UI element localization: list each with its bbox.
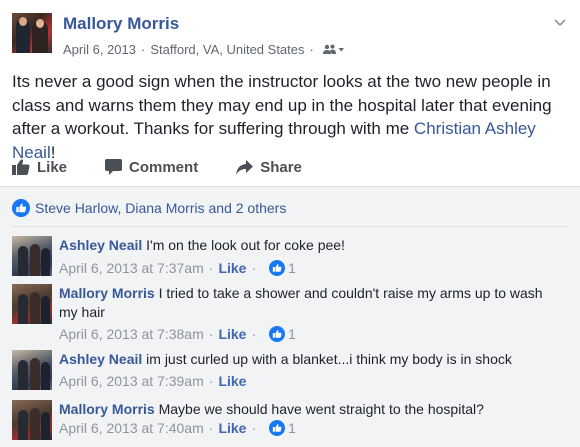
like-reaction-icon (269, 420, 286, 436)
comment-body: Mallory Morris Maybe we should have went… (59, 400, 564, 419)
comment-text: I'm on the look out for coke pee! (146, 237, 345, 253)
speech-bubble-icon (105, 159, 123, 175)
post-meta: April 6, 2013 · Stafford, VA, United Sta… (63, 42, 345, 57)
like-button-label: Like (37, 158, 68, 176)
meta-separator: · (208, 420, 214, 436)
meta-separator: · (251, 326, 257, 342)
like-button[interactable]: Like (12, 159, 67, 176)
comment-reactions[interactable]: 1 (269, 420, 296, 436)
like-reaction-icon (12, 199, 30, 217)
reaction-count: 1 (288, 420, 296, 436)
commenter-avatar[interactable] (12, 400, 52, 440)
comment-like-button[interactable]: Like (218, 420, 246, 436)
commenter-name[interactable]: Ashley Neail (59, 351, 142, 367)
share-button-label: Share (260, 158, 302, 176)
commenter-name[interactable]: Mallory Morris (59, 285, 155, 301)
comment-like-button[interactable]: Like (218, 260, 246, 276)
commenter-avatar[interactable] (12, 236, 52, 276)
comment-body: Mallory Morris I tried to take a shower … (59, 284, 564, 322)
commenter-avatar[interactable] (12, 350, 52, 390)
meta-separator: · (141, 42, 146, 57)
facebook-post: Mallory Morris April 6, 2013 · Stafford,… (0, 0, 580, 447)
comment-reactions[interactable]: 1 (269, 326, 296, 342)
comment-timestamp[interactable]: April 6, 2013 at 7:39am (59, 373, 204, 389)
meta-separator: · (208, 260, 214, 276)
comment-button[interactable]: Comment (105, 159, 198, 176)
likes-summary-text: Steve Harlow, Diana Morris and 2 others (35, 200, 287, 216)
comment-text: Maybe we should have went straight to th… (158, 401, 484, 417)
comment-reactions[interactable]: 1 (269, 260, 296, 276)
commenter-name[interactable]: Ashley Neail (59, 237, 142, 253)
comment-timestamp[interactable]: April 6, 2013 at 7:37am (59, 260, 204, 276)
comment-like-button[interactable]: Like (218, 373, 246, 389)
like-reaction-icon (269, 260, 286, 276)
comment-meta: April 6, 2013 at 7:40am · Like · 1 (59, 420, 296, 436)
comment-timestamp[interactable]: April 6, 2013 at 7:38am (59, 326, 204, 342)
meta-separator: · (251, 420, 257, 436)
post-author-name[interactable]: Mallory Morris (63, 14, 179, 34)
comment-meta: April 6, 2013 at 7:37am · Like · 1 (59, 260, 296, 276)
reaction-count: 1 (288, 326, 296, 342)
comment-text: im just curled up with a blanket...i thi… (146, 351, 512, 367)
share-button[interactable]: Share (236, 159, 302, 176)
comment-body: Ashley Neail im just curled up with a bl… (59, 350, 564, 369)
post-location[interactable]: Stafford, VA, United States (150, 42, 304, 57)
comment-meta: April 6, 2013 at 7:38am · Like · 1 (59, 326, 296, 342)
divider (12, 226, 568, 227)
commenter-name[interactable]: Mallory Morris (59, 401, 155, 417)
like-reaction-icon (269, 326, 286, 342)
friends-audience-icon[interactable] (322, 44, 345, 55)
meta-separator: · (208, 373, 214, 389)
commenter-avatar[interactable] (12, 284, 52, 324)
chevron-down-icon[interactable] (552, 14, 568, 30)
comment-button-label: Comment (129, 158, 199, 176)
meta-separator: · (251, 260, 257, 276)
post-date[interactable]: April 6, 2013 (63, 42, 136, 57)
thumbs-up-icon (12, 159, 30, 175)
author-avatar[interactable] (12, 13, 52, 53)
likes-summary[interactable]: Steve Harlow, Diana Morris and 2 others (12, 199, 286, 217)
meta-separator: · (309, 42, 314, 57)
comment-timestamp[interactable]: April 6, 2013 at 7:40am (59, 420, 204, 436)
meta-separator: · (208, 326, 214, 342)
comment-like-button[interactable]: Like (218, 326, 246, 342)
comment-meta: April 6, 2013 at 7:39am · Like (59, 373, 246, 389)
reaction-count: 1 (288, 260, 296, 276)
post-action-bar: Like Comment Share (12, 150, 568, 184)
share-arrow-icon (236, 159, 254, 175)
comment-body: Ashley Neail I'm on the look out for cok… (59, 236, 564, 255)
